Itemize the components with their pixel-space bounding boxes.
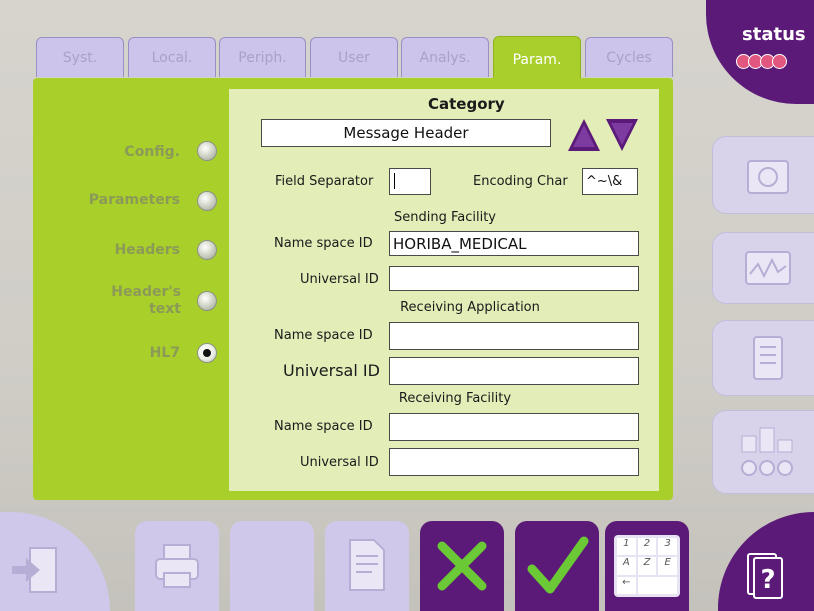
text-cursor (394, 173, 395, 189)
status-label: status (742, 24, 806, 45)
svg-text:?: ? (760, 565, 775, 595)
receiving-facility-heading: Receiving Facility (398, 391, 512, 406)
radio-headers[interactable] (197, 240, 217, 260)
key-3: 3 (658, 538, 677, 556)
status-lights (736, 54, 796, 69)
menu-item-hl7[interactable]: HL7 (30, 345, 180, 361)
tab-label: Cycles (606, 49, 652, 66)
sf-name-space-input[interactable]: HORIBA_MEDICAL (389, 231, 639, 256)
menu-item-headers-text[interactable]: Header's text (93, 284, 181, 318)
tab-label: Syst. (62, 49, 98, 66)
field-separator-input[interactable] (389, 168, 431, 195)
graph-button[interactable] (712, 232, 814, 304)
key-space (637, 576, 677, 594)
sf-universal-id-input[interactable] (389, 266, 639, 291)
sending-facility-heading: Sending Facility (393, 210, 496, 225)
tab-label: User (338, 49, 370, 66)
rf-name-space-input[interactable] (389, 413, 639, 441)
sf-name-space-label: Name space ID (274, 236, 373, 251)
keypad-icon: 1 2 3 A Z E ← (614, 535, 680, 597)
tab-param[interactable]: Param. (493, 36, 581, 82)
tab-syst[interactable]: Syst. (36, 37, 124, 77)
folder-button[interactable] (712, 136, 814, 214)
tab-local[interactable]: Local. (128, 37, 216, 77)
rf-name-space-label: Name space ID (274, 419, 373, 434)
reagents-button[interactable] (712, 410, 814, 494)
tab-label: Local. (151, 49, 193, 66)
document-edit-icon (349, 539, 385, 591)
rf-universal-id-input[interactable] (389, 448, 639, 476)
encoding-char-input[interactable]: ^~\& (582, 168, 638, 195)
menu-item-parameters[interactable]: Parameters (30, 192, 180, 208)
list-button[interactable] (712, 320, 814, 396)
menu-item-config[interactable]: Config. (30, 144, 180, 160)
blank-button[interactable] (230, 521, 314, 611)
radio-headers-text[interactable] (197, 291, 217, 311)
cancel-x-icon (437, 541, 487, 591)
key-z: Z (637, 557, 657, 575)
tab-analys[interactable]: Analys. (401, 37, 489, 77)
tab-user[interactable]: User (310, 37, 398, 77)
tab-cycles[interactable]: Cycles (585, 37, 673, 77)
menu-item-headers[interactable]: Headers (30, 242, 180, 258)
tab-label: Analys. (419, 49, 471, 66)
graph-icon (745, 251, 791, 285)
list-icon (753, 336, 783, 380)
ra-universal-id-label: Universal ID (283, 361, 380, 380)
key-2: 2 (637, 538, 657, 556)
tab-label: Param. (512, 51, 562, 68)
field-separator-label: Field Separator (275, 174, 374, 189)
confirm-button[interactable] (515, 521, 599, 611)
category-value: Message Header (343, 124, 469, 142)
key-back: ← (617, 576, 636, 594)
sf-universal-id-label: Universal ID (300, 272, 379, 287)
status-light-icon (772, 54, 787, 69)
key-1: 1 (617, 538, 636, 556)
ra-universal-id-input[interactable] (389, 357, 639, 385)
keypad-button[interactable]: 1 2 3 A Z E ← (605, 521, 689, 611)
exit-icon (12, 547, 57, 593)
printer-icon (155, 544, 199, 588)
sf-name-space-value: HORIBA_MEDICAL (393, 235, 527, 253)
radio-config[interactable] (197, 141, 217, 161)
tab-label: Periph. (238, 49, 287, 66)
help-icon: ? (747, 553, 783, 599)
key-a: A (617, 557, 636, 575)
radio-hl7[interactable] (197, 343, 217, 363)
category-title: Category (428, 95, 505, 113)
encoding-char-label: Encoding Char (473, 174, 568, 189)
checkmark-icon (527, 536, 589, 594)
radio-parameters[interactable] (197, 191, 217, 211)
ra-name-space-input[interactable] (389, 322, 639, 350)
receiving-application-heading: Receiving Application (400, 300, 540, 315)
key-e: E (658, 557, 677, 575)
ra-name-space-label: Name space ID (274, 328, 373, 343)
tab-periph[interactable]: Periph. (219, 37, 306, 77)
reagents-icon (741, 427, 793, 476)
encoding-char-value: ^~\& (586, 174, 623, 189)
rf-universal-id-label: Universal ID (300, 455, 379, 470)
edit-button[interactable] (325, 521, 409, 611)
category-down-icon[interactable] (604, 117, 640, 153)
folder-icon (747, 160, 789, 194)
category-select[interactable]: Message Header (261, 119, 551, 147)
cancel-button[interactable] (420, 521, 504, 611)
print-button[interactable] (135, 521, 219, 611)
category-up-icon[interactable] (566, 117, 602, 153)
